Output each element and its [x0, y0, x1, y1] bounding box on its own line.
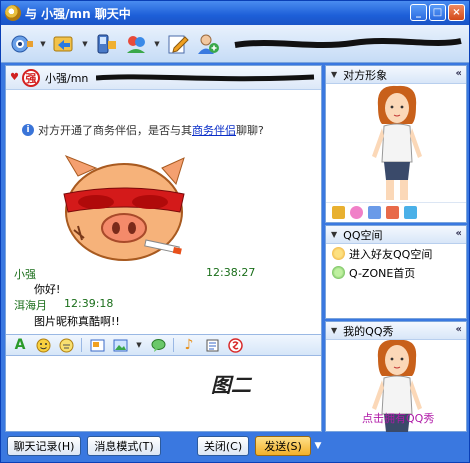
contact-header: ♥ 强 小强/mn [6, 66, 321, 90]
chat-history-button[interactable]: 聊天记录(H) [7, 436, 81, 456]
wardrobe-icon[interactable] [332, 206, 345, 219]
bottom-bar: 聊天记录(H) 消息模式(T) 关闭(C) 发送(S) ▼ [1, 432, 469, 462]
add-friend-icon[interactable] [195, 31, 221, 57]
edit-icon[interactable] [165, 31, 191, 57]
maximize-button[interactable]: □ [429, 4, 446, 21]
video-dropdown-icon[interactable]: ▼ [39, 40, 47, 48]
game-icon[interactable] [123, 31, 149, 57]
chat-bubble-icon[interactable] [150, 337, 166, 353]
business-notice: i 对方开通了商务伴侣，是否与其 商务伴侣 聊聊? [22, 122, 264, 138]
input-watermark: 图二 [211, 373, 251, 397]
photo-icon[interactable] [386, 206, 399, 219]
space-item-label: Q-ZONE首页 [349, 266, 416, 280]
format-toolbar: A ▼ ♪ [6, 334, 321, 356]
close-button[interactable]: 关闭(C) [197, 436, 249, 456]
notice-suffix: 聊聊? [236, 124, 264, 137]
redaction-scribble [96, 74, 315, 82]
sogou-icon[interactable] [227, 337, 243, 353]
contact-name: 小强/mn [45, 71, 89, 85]
title-bar[interactable]: 与 小强/mn 聊天中 _ □ × [1, 1, 469, 25]
message-sender: 洱海月 [14, 299, 47, 312]
toolbar-divider [173, 338, 174, 352]
qqspace-header[interactable]: ▼ QQ空间 « [326, 226, 466, 244]
message-text: 你好! [34, 283, 61, 296]
refresh-icon[interactable] [368, 206, 381, 219]
window-title: 与 小强/mn 聊天中 [25, 6, 131, 21]
enter-friend-space-link[interactable]: 进入好友QQ空间 [326, 244, 466, 263]
emoticon-icon[interactable] [35, 337, 51, 353]
qqspace-header-label: QQ空间 [343, 228, 383, 242]
screenshot-icon[interactable] [89, 337, 105, 353]
minimize-button[interactable]: _ [410, 4, 427, 21]
profile-panel: ▼ 对方形象 « [325, 65, 467, 223]
send-options-icon[interactable]: ▼ [314, 436, 322, 456]
collapse-icon[interactable]: « [456, 68, 462, 79]
collapse-icon[interactable]: « [456, 324, 462, 335]
magic-emoticon-icon[interactable] [58, 337, 74, 353]
redaction-scribble [234, 38, 462, 48]
chat-window: 与 小强/mn 聊天中 _ □ × ▼ ▼ ▼ ♥ 强 小强/mn i 对方开通… [0, 0, 470, 463]
collapse-arrow-icon: ▼ [331, 70, 338, 79]
show-tools [326, 202, 466, 222]
contact-avatar[interactable]: 强 [22, 68, 40, 87]
mobile-icon[interactable] [93, 31, 119, 57]
toolbar-divider [81, 338, 82, 352]
collapse-icon[interactable]: « [456, 228, 462, 239]
music-icon[interactable]: ♪ [181, 337, 197, 353]
qzone-home-link[interactable]: Q-ZONE首页 [326, 263, 466, 282]
message-time: 12:39:18 [64, 297, 114, 310]
transfer-icon[interactable] [51, 31, 77, 57]
business-partner-link[interactable]: 商务伴侣 [192, 122, 236, 138]
message-sender: 小强 [14, 268, 36, 281]
collapse-arrow-icon: ▼ [331, 230, 338, 239]
space-item-label: 进入好友QQ空间 [349, 247, 433, 261]
send-image-icon[interactable] [112, 337, 128, 353]
paint-icon[interactable] [404, 206, 417, 219]
send-button[interactable]: 发送(S) [255, 436, 311, 456]
right-sidebar: ▼ 对方形象 « ▼ QQ空间 « 进入好友QQ空间 Q-ZONE首页 ▼ 我的… [325, 65, 467, 432]
font-icon[interactable]: A [12, 337, 28, 353]
qqspace-panel: ▼ QQ空间 « 进入好友QQ空间 Q-ZONE首页 [325, 225, 467, 319]
pig-sunglasses-emoticon [63, 154, 185, 261]
scene-icon[interactable] [204, 337, 220, 353]
qzone-icon [332, 266, 345, 279]
get-qqshow-link[interactable]: 点击拥有QQ秀 [362, 410, 434, 426]
collapse-arrow-icon: ▼ [331, 326, 338, 335]
myshow-header[interactable]: ▼ 我的QQ秀 « [326, 322, 466, 340]
message-text: 图片昵称真酷啊!! [34, 315, 120, 328]
video-icon[interactable] [9, 31, 35, 57]
notice-text: 对方开通了商务伴侣，是否与其 [38, 124, 192, 137]
heart-icon: ♥ [10, 72, 19, 83]
myshow-panel: ▼ 我的QQ秀 « 点击拥有QQ秀 [325, 321, 467, 432]
message-mode-button[interactable]: 消息模式(T) [87, 436, 161, 456]
contact-qqshow-avatar [326, 84, 466, 202]
profile-header[interactable]: ▼ 对方形象 « [326, 66, 466, 84]
qq-logo-icon [5, 5, 21, 21]
message-time: 12:38:27 [206, 266, 256, 279]
close-window-button[interactable]: × [448, 4, 465, 21]
myshow-header-label: 我的QQ秀 [343, 324, 394, 338]
transfer-dropdown-icon[interactable]: ▼ [81, 40, 89, 48]
game-dropdown-icon[interactable]: ▼ [153, 40, 161, 48]
image-dropdown-icon[interactable]: ▼ [135, 341, 143, 349]
gift-icon[interactable] [350, 206, 363, 219]
chat-panel: ♥ 强 小强/mn i 对方开通了商务伴侣，是否与其 商务伴侣 聊聊? 小强 1… [5, 65, 322, 432]
profile-header-label: 对方形象 [343, 68, 388, 82]
space-icon [332, 247, 345, 260]
info-icon: i [22, 124, 34, 136]
